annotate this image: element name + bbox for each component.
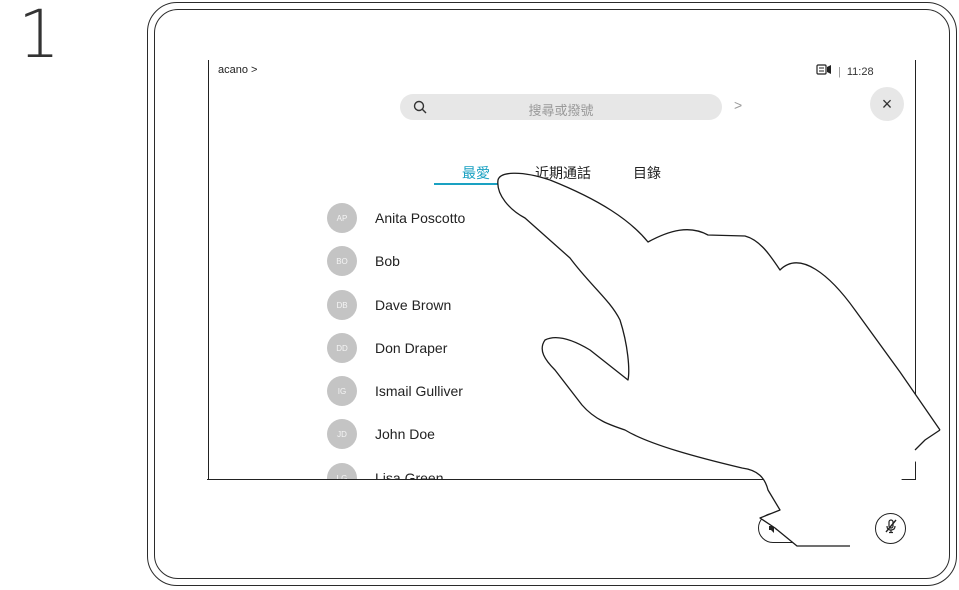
contact-name: Bob <box>375 253 400 269</box>
search-next-icon[interactable]: > <box>734 97 742 113</box>
volume-control <box>758 513 858 543</box>
avatar: BO <box>327 246 357 276</box>
tab-recents[interactable]: 近期通話 <box>535 163 591 183</box>
contact-item[interactable]: DD Don Draper <box>327 333 447 363</box>
status-separator: | <box>838 65 841 78</box>
breadcrumb[interactable]: acano > <box>218 64 257 76</box>
contact-item[interactable]: LG Lisa Green <box>327 463 443 479</box>
avatar: JD <box>327 419 357 449</box>
contact-name: Dave Brown <box>375 297 452 313</box>
status-bar: | 11:28 <box>816 64 874 79</box>
avatar: DB <box>327 290 357 320</box>
search-input[interactable]: 搜尋或撥號 <box>400 94 722 120</box>
volume-up-icon[interactable] <box>833 521 849 539</box>
microphone-muted-icon <box>883 518 899 539</box>
close-button[interactable]: × <box>870 87 904 121</box>
contact-name: Don Draper <box>375 340 448 356</box>
avatar: LG <box>327 463 357 479</box>
contact-item[interactable]: IG Ismail Gulliver <box>327 376 463 406</box>
camera-screen-icon <box>816 64 832 79</box>
contact-item[interactable]: BO Bob <box>327 246 400 276</box>
contact-item[interactable]: DB Dave Brown <box>327 290 451 320</box>
avatar: IG <box>327 376 357 406</box>
contact-name: John Doe <box>375 426 435 442</box>
tab-favorites[interactable]: 最愛 <box>462 163 490 183</box>
avatar: DD <box>327 333 357 363</box>
contact-name: Ismail Gulliver <box>375 383 463 399</box>
volume-down-icon[interactable] <box>768 521 780 539</box>
screen-bottom-edge <box>207 479 916 480</box>
avatar: AP <box>327 203 357 233</box>
contact-name: Anita Poscotto <box>375 210 466 226</box>
clock: 11:28 <box>846 65 874 78</box>
touch-screen: AP Anita Poscotto BO Bob DB Dave Brown D… <box>208 60 916 480</box>
contact-item[interactable]: AP Anita Poscotto <box>327 203 465 233</box>
step-number: 1 <box>18 0 60 73</box>
active-tab-indicator <box>434 183 498 185</box>
tab-directory[interactable]: 目錄 <box>633 163 661 183</box>
close-icon: × <box>881 93 893 114</box>
mute-button[interactable] <box>875 513 906 544</box>
contact-item[interactable]: JD John Doe <box>327 419 435 449</box>
search-placeholder: 搜尋或撥號 <box>528 103 594 118</box>
